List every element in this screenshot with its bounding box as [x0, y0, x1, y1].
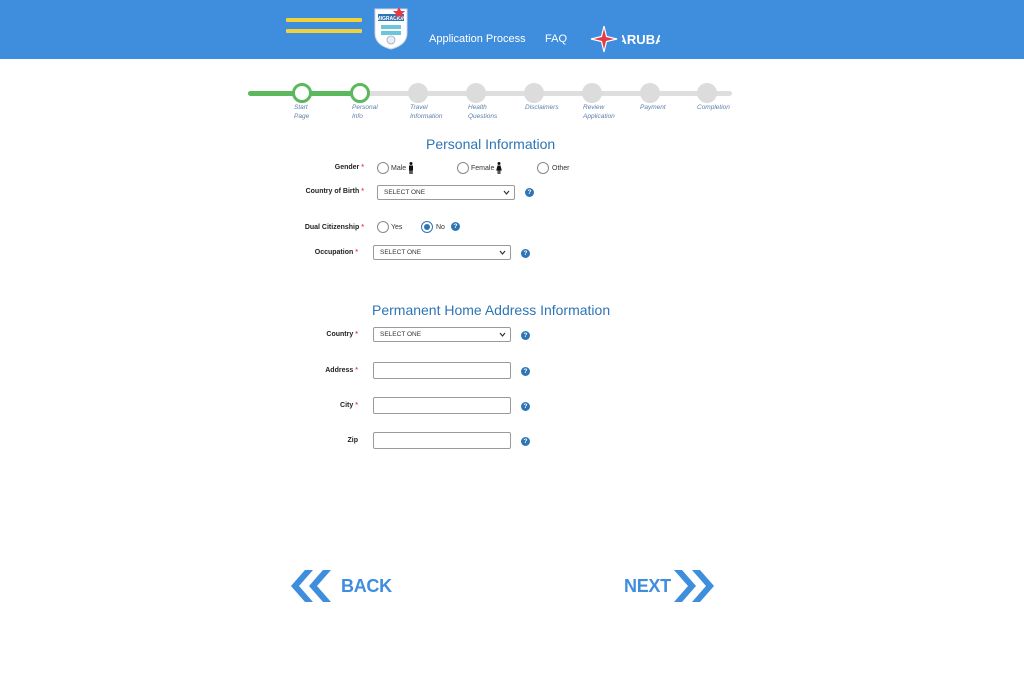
aruba-logo[interactable]: ARUBA [622, 26, 660, 52]
dual-citizenship-yes-label: Yes [391, 224, 403, 231]
step-personal-info-label: Personal Info [352, 104, 378, 120]
required-mark: * [355, 249, 358, 256]
country-label: Country * [326, 331, 358, 338]
step-disclaimers-marker[interactable] [524, 83, 544, 103]
dual-citizenship-no-label: No [436, 224, 445, 231]
nav-faq[interactable]: FAQ [545, 33, 567, 45]
hamburger-menu-icon[interactable] [286, 18, 362, 36]
zip-label: Zip [347, 437, 359, 444]
help-icon[interactable]: ? [525, 188, 534, 197]
dual-citizenship-yes-radio[interactable] [377, 221, 389, 233]
step-completion-label: Completion [697, 104, 730, 111]
gender-other-radio[interactable] [537, 162, 549, 174]
aruba-star-icon [590, 25, 618, 53]
country-of-birth-label: Country of Birth * [305, 188, 364, 195]
step-start-page-label: Start Page [294, 104, 310, 120]
progress-stepper: Start Page Personal Info Travel Information… [248, 82, 732, 126]
male-icon [409, 162, 413, 174]
dual-citizenship-label: Dual Citizenship * [304, 224, 364, 231]
home-address-title: Permanent Home Address Information [372, 302, 611, 318]
step-review-application-marker[interactable] [582, 83, 602, 103]
required-mark: * [361, 188, 364, 195]
step-health-questions-label: Health Questions [468, 104, 498, 120]
address-input[interactable] [373, 362, 511, 379]
step-completion-marker[interactable] [697, 83, 717, 103]
gender-male-label: Male [391, 165, 407, 172]
zip-input[interactable] [373, 432, 511, 449]
next-button-label: NEXT [624, 576, 671, 596]
required-mark: * [361, 164, 364, 171]
step-personal-info-marker[interactable] [350, 83, 370, 103]
dual-citizenship-no-radio[interactable] [421, 221, 433, 233]
help-icon[interactable]: ? [521, 367, 530, 376]
double-chevron-right-icon [674, 570, 714, 602]
country-value: SELECT ONE [380, 331, 422, 338]
personal-information-title: Personal Information [426, 136, 556, 152]
nav-application-process[interactable]: Application Process [429, 33, 526, 45]
address-label: Address * [325, 367, 358, 374]
help-icon[interactable]: ? [521, 437, 530, 446]
help-icon[interactable]: ? [521, 402, 530, 411]
occupation-select[interactable]: SELECT ONE [373, 245, 511, 260]
country-of-birth-select[interactable]: SELECT ONE [377, 185, 515, 200]
step-disclaimers-label: Disclaimers [525, 104, 559, 111]
city-label: City * [340, 402, 358, 409]
required-mark: * [361, 224, 364, 231]
gender-other-label: Other [552, 165, 570, 172]
back-button[interactable]: BACK [289, 568, 392, 604]
next-button[interactable]: NEXT [622, 568, 718, 604]
double-chevron-left-icon [291, 570, 331, 602]
migracion-logo-icon[interactable]: MIGRACION [369, 5, 413, 51]
chevron-down-icon [503, 190, 510, 195]
step-payment-marker[interactable] [640, 83, 660, 103]
help-icon[interactable]: ? [451, 222, 460, 231]
chevron-down-icon [499, 332, 506, 337]
required-mark: * [355, 331, 358, 338]
chevron-down-icon [499, 250, 506, 255]
step-start-page-marker[interactable] [292, 83, 312, 103]
required-mark: * [355, 402, 358, 409]
gender-female-radio[interactable] [457, 162, 469, 174]
step-health-questions-marker[interactable] [466, 83, 486, 103]
occupation-label: Occupation * [314, 249, 358, 256]
female-icon [496, 162, 502, 174]
help-icon[interactable]: ? [521, 249, 530, 258]
back-button-label: BACK [341, 576, 392, 596]
city-input[interactable] [373, 397, 511, 414]
step-payment-label: Payment [640, 104, 666, 111]
svg-text:ARUBA: ARUBA [622, 32, 660, 47]
step-review-application-label: Review Application [583, 104, 615, 120]
gender-male-radio[interactable] [377, 162, 389, 174]
step-travel-information-marker[interactable] [408, 83, 428, 103]
country-of-birth-value: SELECT ONE [384, 189, 426, 196]
gender-label: Gender * [334, 164, 364, 171]
top-header: MIGRACION Application Process FAQ ARUBA [0, 0, 1024, 59]
country-select[interactable]: SELECT ONE [373, 327, 511, 342]
occupation-value: SELECT ONE [380, 249, 422, 256]
required-mark: * [355, 367, 358, 374]
step-travel-information-label: Travel Information [410, 104, 443, 120]
help-icon[interactable]: ? [521, 331, 530, 340]
gender-female-label: Female [471, 165, 495, 172]
